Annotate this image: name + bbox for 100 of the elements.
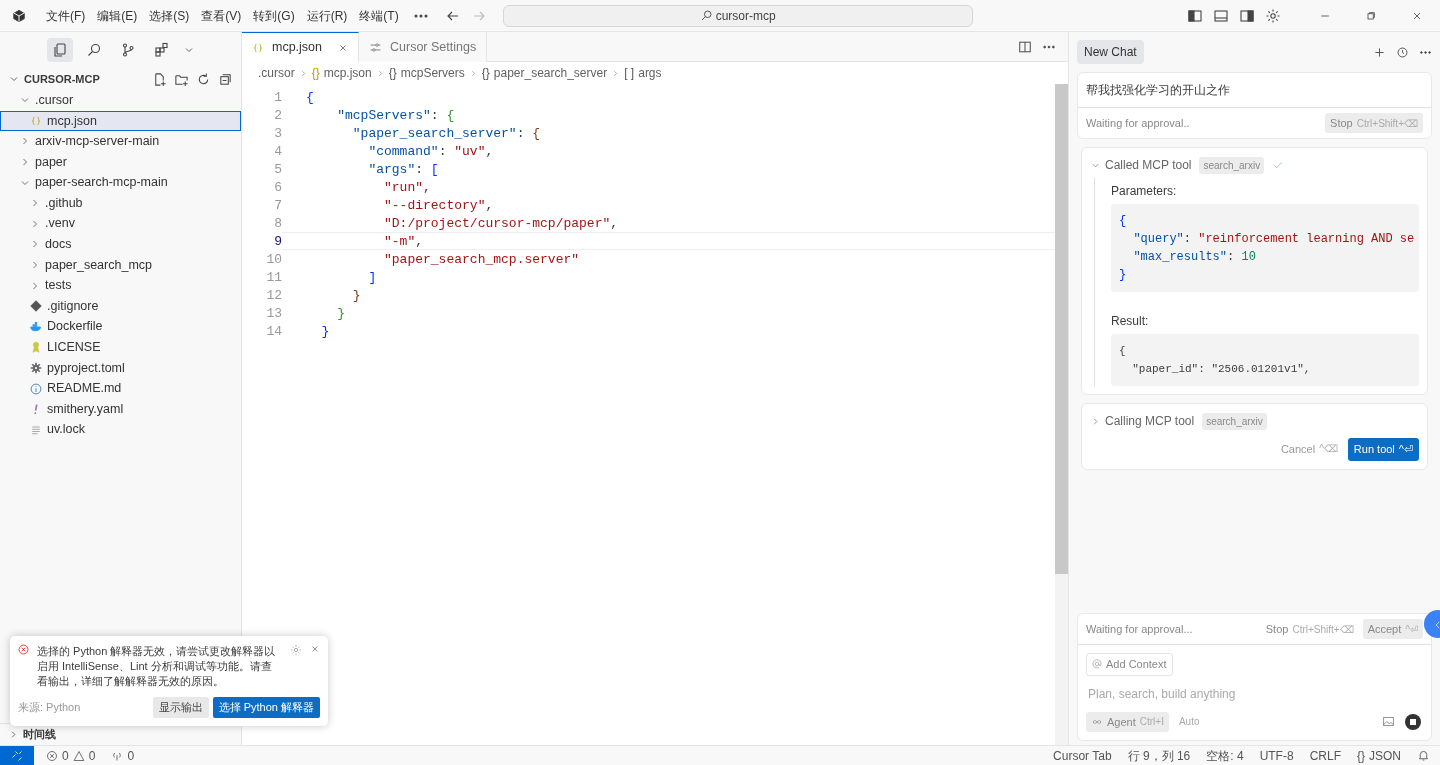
line-number: 11 <box>265 269 282 286</box>
folder-item[interactable]: tests <box>0 275 241 296</box>
file-item[interactable]: LICENSE <box>0 337 241 358</box>
braces-icon <box>252 41 264 54</box>
chat-input[interactable]: Plan, search, build anything <box>1086 683 1423 704</box>
breadcrumb[interactable]: {} mcpServers <box>388 64 465 82</box>
stop-button[interactable]: Stop Ctrl+Shift+⌫ <box>1260 618 1359 640</box>
app-logo-icon <box>12 8 26 23</box>
code-line: "mcpServers": { <box>336 107 456 124</box>
code-line: "command": "uv", <box>367 143 495 160</box>
menu-item[interactable]: 终端(T) <box>353 4 405 27</box>
status-item[interactable]: 空格: 4 <box>1206 746 1244 765</box>
secondary-sidebar-toggle-icon[interactable] <box>1239 7 1255 24</box>
line-number: 3 <box>273 125 282 142</box>
file-item[interactable]: README.md <box>0 378 241 399</box>
line-number: 5 <box>273 161 282 178</box>
plus-icon[interactable] <box>1373 45 1386 59</box>
folder-item[interactable]: arxiv-mcp-server-main <box>0 131 241 152</box>
bell-icon[interactable] <box>1417 749 1430 762</box>
close-icon[interactable] <box>338 42 349 53</box>
explorer-header[interactable]: CURSOR-MCP <box>8 70 145 88</box>
remote-icon <box>11 749 23 762</box>
menu-item[interactable]: 转到(G) <box>247 4 301 27</box>
scrollbar-thumb[interactable] <box>1055 84 1068 574</box>
file-item[interactable]: pyproject.toml <box>0 357 241 379</box>
status-item[interactable]: UTF-8 <box>1259 746 1294 765</box>
chat-tab[interactable]: New Chat <box>1077 40 1144 64</box>
folder-item[interactable]: .cursor <box>0 90 241 111</box>
status-item[interactable]: 0 <box>111 746 135 765</box>
sliders-icon <box>369 40 383 54</box>
status-item[interactable]: {} JSON <box>1356 746 1401 765</box>
panel-toggle-icon[interactable] <box>1213 7 1229 24</box>
remote-button[interactable] <box>0 745 34 765</box>
folder-item[interactable]: paper-search-mcp-main <box>0 172 241 193</box>
editor-tab[interactable]: mcp.json <box>242 32 360 62</box>
tool-call-header[interactable]: Called MCP tool search_arxiv <box>1090 156 1419 174</box>
code-line: "D:/project/cursor-mcp/paper", <box>383 215 620 232</box>
settings-icon[interactable] <box>1265 7 1281 24</box>
diamond-icon <box>30 300 42 313</box>
folder-item[interactable]: .venv <box>0 213 241 235</box>
code-line: "paper_search_server": { <box>351 125 542 142</box>
status-item[interactable]: CRLF <box>1309 746 1341 765</box>
sidebar-toggle-icon[interactable] <box>1187 7 1203 24</box>
breadcrumb[interactable]: {} mcp.json <box>311 64 372 82</box>
image-icon[interactable] <box>1382 715 1395 729</box>
file-item[interactable]: .gitignore <box>0 295 241 317</box>
folder-item[interactable]: paper <box>0 151 241 173</box>
history-icon[interactable] <box>1396 45 1409 59</box>
lines-icon <box>30 423 42 436</box>
code-line: "paper_search_mcp.server" <box>383 251 581 268</box>
explorer-icon <box>51 42 68 58</box>
menu-item[interactable]: 编辑(E) <box>91 4 144 27</box>
refresh-icon[interactable] <box>196 71 211 87</box>
menu-item[interactable]: 运行(R) <box>300 4 354 27</box>
folder-item[interactable]: docs <box>0 234 241 255</box>
code-line: "-m", <box>282 232 1055 250</box>
warning-icon <box>72 749 85 762</box>
line-number: 8 <box>273 215 282 232</box>
close-icon[interactable] <box>310 644 320 654</box>
code-line: "args": [ <box>367 161 440 178</box>
file-item[interactable]: Dockerfile <box>0 316 241 338</box>
primary-button[interactable]: 选择 Python 解释器 <box>212 697 320 718</box>
secondary-button[interactable]: 显示输出 <box>152 697 209 718</box>
collapse-all-icon[interactable] <box>218 71 233 87</box>
file-item[interactable]: smithery.yaml <box>0 398 241 420</box>
stop-generation-button[interactable] <box>1403 711 1423 732</box>
folder-item[interactable]: .github <box>0 192 241 214</box>
restore-icon[interactable] <box>1365 9 1377 22</box>
line-number: 1 <box>273 89 282 106</box>
menu-item[interactable]: 文件(F) <box>40 4 92 27</box>
add-context-button[interactable]: Add Context <box>1086 653 1173 676</box>
line-number: 4 <box>273 143 282 160</box>
tool-call-header[interactable]: Calling MCP tool search_arxiv <box>1090 412 1419 430</box>
status-item[interactable]: Cursor Tab <box>1053 746 1112 765</box>
line-number: 6 <box>273 179 282 196</box>
breadcrumb[interactable]: .cursor <box>258 64 295 82</box>
search-icon <box>699 9 713 22</box>
editor-tab[interactable]: Cursor Settings <box>359 32 488 62</box>
line-number: 10 <box>265 251 282 268</box>
folder-item[interactable]: paper_search_mcp <box>0 254 241 276</box>
menu-item[interactable]: 选择(S) <box>143 4 196 27</box>
run-tool-button[interactable]: Run tool ^⏎ <box>1347 438 1419 461</box>
explorer-tab[interactable] <box>46 38 73 62</box>
line-number: 12 <box>265 287 282 304</box>
menu-item[interactable]: 查看(V) <box>195 4 248 27</box>
file-item[interactable]: uv.lock <box>0 419 241 441</box>
new-file-icon[interactable] <box>152 71 167 87</box>
status-item[interactable]: 0 <box>72 746 96 765</box>
at-icon <box>1092 659 1102 670</box>
code-line: { <box>1119 344 1127 359</box>
breadcrumb[interactable]: [ ] args <box>624 64 662 82</box>
status-item[interactable]: 0 <box>46 746 69 765</box>
code-line: { <box>305 89 315 106</box>
error-icon <box>46 749 58 762</box>
split-editor-icon[interactable] <box>1018 40 1032 54</box>
parameters-label: Parameters: <box>1111 183 1178 200</box>
status-item[interactable]: 行 9，列 16 <box>1127 746 1191 765</box>
file-item[interactable]: mcp.json <box>0 110 241 132</box>
breadcrumb[interactable]: {} paper_search_server <box>481 64 608 82</box>
command-center[interactable]: cursor-mcp <box>502 4 973 27</box>
